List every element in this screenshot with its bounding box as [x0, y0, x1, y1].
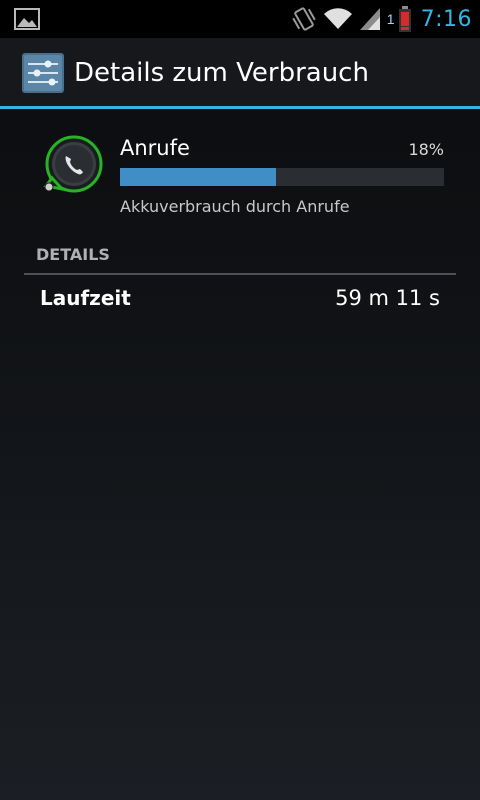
action-bar-divider	[0, 106, 480, 109]
usage-summary: Anrufe 18% Akkuverbrauch durch Anrufe	[0, 130, 480, 230]
battery-low-icon	[398, 6, 411, 32]
vibrate-icon	[292, 7, 316, 31]
usage-progress-bar	[120, 168, 444, 186]
detail-row-runtime: Laufzeit 59 m 11 s	[40, 286, 440, 316]
details-divider	[24, 273, 456, 275]
usage-progress-fill	[120, 168, 276, 186]
usage-label: Anrufe	[120, 136, 190, 160]
usage-summary-text: Akkuverbrauch durch Anrufe	[120, 197, 350, 216]
action-bar: Details zum Verbrauch	[0, 38, 480, 106]
gallery-icon[interactable]	[14, 8, 40, 30]
wifi-icon	[323, 8, 352, 30]
status-bar: 1 7:16	[0, 0, 480, 38]
detail-value: 59 m 11 s	[335, 286, 440, 310]
clock: 7:16	[420, 6, 472, 32]
signal-badge: 1	[386, 11, 395, 27]
phone-icon	[43, 135, 103, 193]
screen: 1 7:16 Details zum Verbrauch Anrufe 18% …	[0, 0, 480, 800]
details-header: DETAILS	[36, 245, 110, 264]
page-title: Details zum Verbrauch	[74, 58, 369, 88]
cell-signal-icon	[359, 8, 380, 30]
settings-sliders-icon[interactable]	[22, 53, 64, 93]
detail-key: Laufzeit	[40, 286, 131, 310]
status-icons: 1 7:16	[285, 0, 472, 38]
usage-percent: 18%	[408, 140, 444, 159]
